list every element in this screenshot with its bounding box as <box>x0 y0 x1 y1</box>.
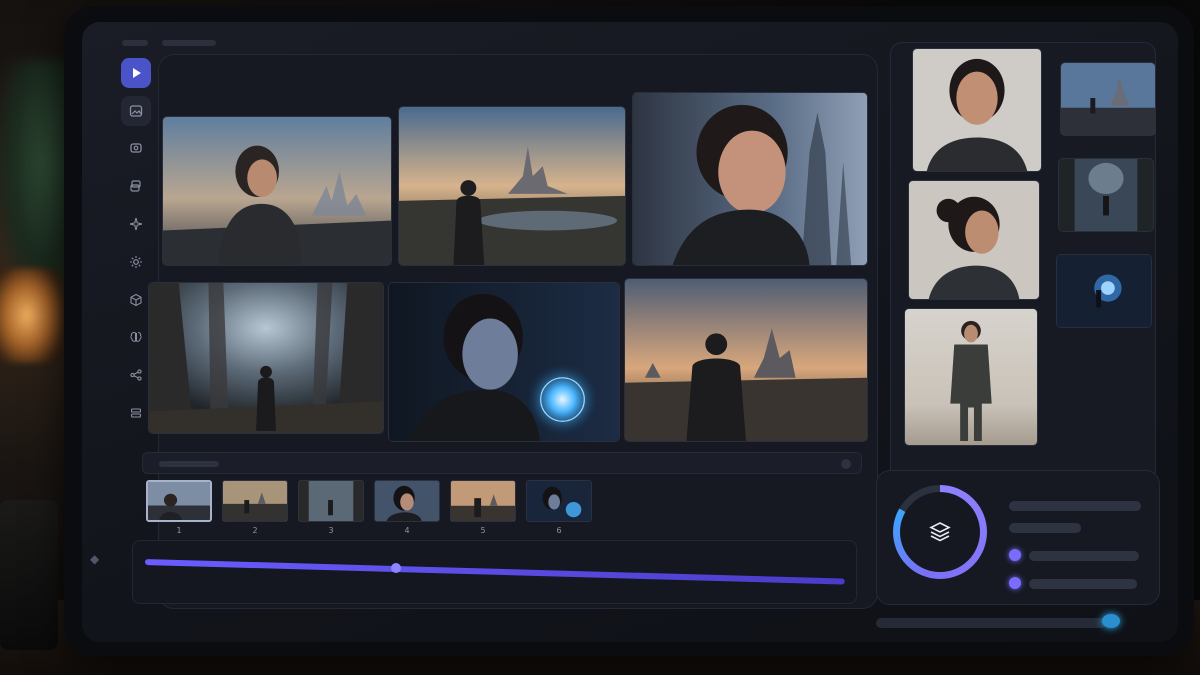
portal-thumb <box>1057 255 1151 327</box>
frame-number: 6 <box>556 526 562 535</box>
sparkle-icon <box>129 217 143 231</box>
ring-center <box>900 492 980 572</box>
play-button[interactable] <box>121 58 151 88</box>
sidebar-item-share[interactable] <box>121 360 151 390</box>
progress-ring[interactable] <box>893 485 987 579</box>
frame-thumbnail <box>298 480 364 522</box>
status-bullet-2 <box>1009 577 1021 589</box>
gallery-icon <box>130 143 142 154</box>
top-bar <box>122 36 216 50</box>
reference-castle-thumb[interactable] <box>1060 62 1156 136</box>
gallery-image-ruins-walker[interactable] <box>624 278 868 442</box>
sidebar-item-settings[interactable] <box>121 247 151 277</box>
reference-portrait-side[interactable] <box>908 180 1040 300</box>
castle-thumb <box>1061 63 1155 135</box>
desk-mug <box>0 500 58 650</box>
timeline-playhead[interactable] <box>391 563 401 573</box>
title-placeholder <box>162 40 216 46</box>
share-icon <box>130 369 142 381</box>
layers-icon <box>130 180 141 192</box>
frame-thumbnail <box>222 480 288 522</box>
full-body <box>905 309 1037 445</box>
play-icon <box>133 67 141 78</box>
horizontal-scrollbar[interactable] <box>876 618 1106 628</box>
window-control[interactable] <box>122 40 148 46</box>
filmstrip-header <box>142 452 862 474</box>
background-lamp <box>0 268 62 363</box>
gallery-image-castle-landscape[interactable] <box>398 106 626 266</box>
gallery-image-woman-closeup[interactable] <box>632 92 868 266</box>
frame-thumbnail <box>374 480 440 522</box>
status-line-3 <box>1029 551 1139 561</box>
layers-stack-icon <box>929 522 951 542</box>
portrait-side <box>909 181 1039 299</box>
frame-thumbnail <box>526 480 592 522</box>
castle-landscape-scene <box>399 107 625 265</box>
gallery-image-glowing-orb[interactable] <box>388 282 620 442</box>
status-line-4 <box>1029 579 1137 589</box>
status-line-2 <box>1009 523 1081 533</box>
brain-icon <box>130 332 142 343</box>
image-icon <box>129 105 143 117</box>
frame-number: 2 <box>252 526 258 535</box>
woman-closeup-scene <box>633 93 867 265</box>
woman-profile-scene <box>163 117 391 265</box>
portrait-front <box>913 49 1041 171</box>
forest-path-scene <box>149 283 383 433</box>
frame-number: 4 <box>404 526 410 535</box>
diamond-icon[interactable]: ◆ <box>90 552 99 566</box>
app-screen: ◆ 1 2 3 4 5 6 <box>82 22 1178 642</box>
sidebar-item-stack[interactable] <box>121 398 151 428</box>
settings-icon <box>130 255 142 268</box>
sidebar-item-sparkle[interactable] <box>121 209 151 239</box>
scroll-handle[interactable] <box>1102 614 1120 628</box>
sidebar-item-image[interactable] <box>121 95 151 126</box>
status-line-1 <box>1009 501 1141 511</box>
frame-thumbnail <box>146 480 212 522</box>
gallery-image-woman-profile[interactable] <box>162 116 392 266</box>
sidebar-item-brain[interactable] <box>121 323 151 353</box>
frame-number: 1 <box>176 526 182 535</box>
ruins-walker-scene <box>625 279 867 441</box>
frame-thumbnail <box>450 480 516 522</box>
forest-thumb <box>1059 159 1153 231</box>
stack-icon <box>130 408 142 418</box>
reference-portal-thumb[interactable] <box>1056 254 1152 328</box>
reference-forest-thumb[interactable] <box>1058 158 1154 232</box>
sidebar-item-gallery[interactable] <box>121 134 151 164</box>
gallery-image-forest-path[interactable] <box>148 282 384 434</box>
cube-icon <box>130 293 142 306</box>
timeline-progress-track[interactable] <box>144 559 845 585</box>
frame-number: 3 <box>328 526 334 535</box>
reference-portrait-front[interactable] <box>912 48 1042 172</box>
sidebar-item-layers[interactable] <box>121 171 151 201</box>
status-bullet-1 <box>1009 549 1021 561</box>
generation-status-widget <box>876 470 1160 605</box>
glowing-orb-scene <box>389 283 619 441</box>
filmstrip-title-placeholder <box>159 461 219 467</box>
reference-full-body[interactable] <box>904 308 1038 446</box>
sidebar-item-cube[interactable] <box>121 285 151 315</box>
timeline[interactable] <box>132 540 857 604</box>
filmstrip-toggle[interactable] <box>841 459 851 469</box>
frame-number: 5 <box>480 526 486 535</box>
